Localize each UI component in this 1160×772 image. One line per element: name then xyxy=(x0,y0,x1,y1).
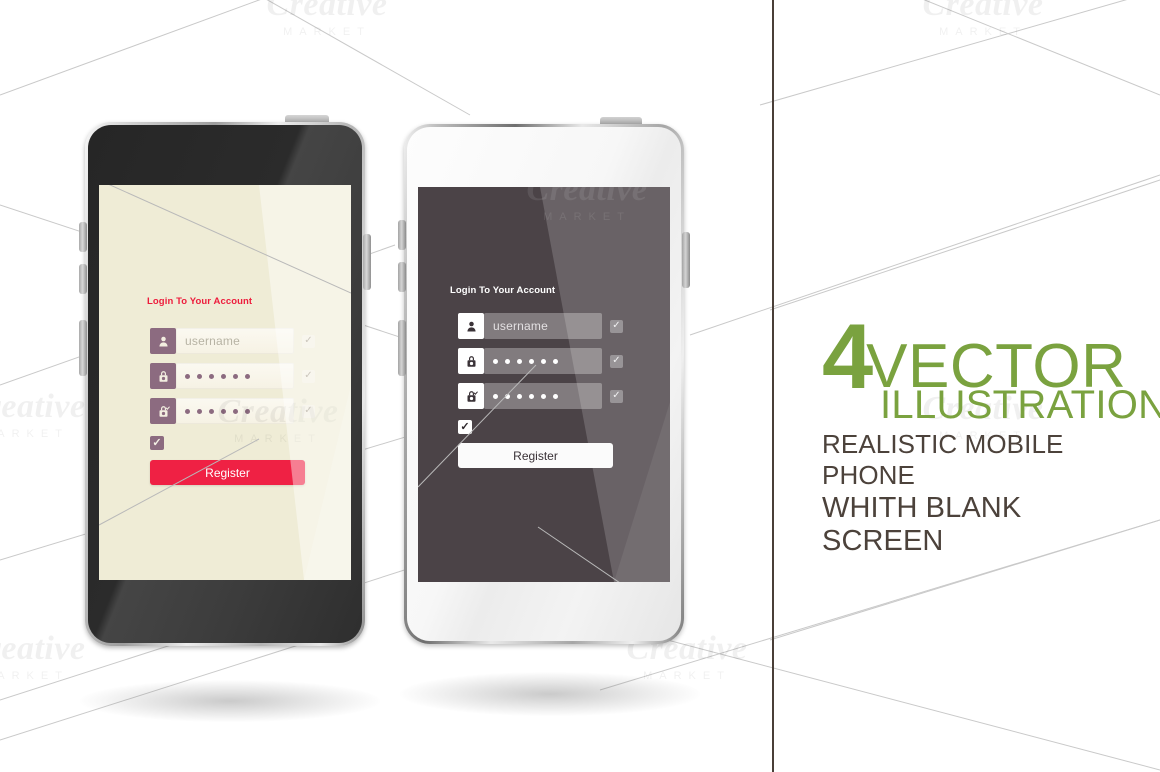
caption-subline-1: REALISTIC MOBILE PHONE xyxy=(822,429,1064,491)
white-phone: Creative MARKET Login To Your Account us… xyxy=(398,117,690,644)
caption-subline-2: WHITH BLANK SCREEN xyxy=(822,492,1022,558)
vertical-divider xyxy=(772,0,774,772)
dark-phone-shadow xyxy=(80,680,380,722)
white-phone-shadow xyxy=(400,672,700,716)
dark-phone-volume-down-button[interactable] xyxy=(79,264,87,294)
dark-phone-mute-button[interactable] xyxy=(79,320,87,376)
caption-block: 4 VECTOR ILLUSTRATION REALISTIC MOBILE P… xyxy=(822,306,1160,558)
dark-phone-right-side-button[interactable] xyxy=(363,234,371,290)
white-phone-right-side-button[interactable] xyxy=(682,232,690,288)
white-phone-volume-up-button[interactable] xyxy=(398,220,406,250)
watermark-top-left: Creative MARKET xyxy=(266,0,388,38)
watermark-top-right: Creative MARKET xyxy=(922,0,1044,38)
white-phone-screen: Creative MARKET Login To Your Account us… xyxy=(418,187,670,582)
white-phone-mute-button[interactable] xyxy=(398,320,406,376)
caption-illustration-word: ILLUSTRATION xyxy=(880,383,1160,428)
poster-canvas: Creative MARKET Creative MARKET Creative… xyxy=(0,0,1160,772)
dark-phone-screen-hairline xyxy=(99,185,351,526)
caption-number: 4 xyxy=(822,306,873,408)
dark-phone-screen: Creative MARKET Login To Your Account xyxy=(99,185,351,580)
white-phone-volume-down-button[interactable] xyxy=(398,262,406,292)
dark-phone: Creative MARKET Login To Your Account xyxy=(79,115,371,646)
white-phone-screen-hairline xyxy=(418,364,620,582)
dark-phone-volume-up-button[interactable] xyxy=(79,222,87,252)
